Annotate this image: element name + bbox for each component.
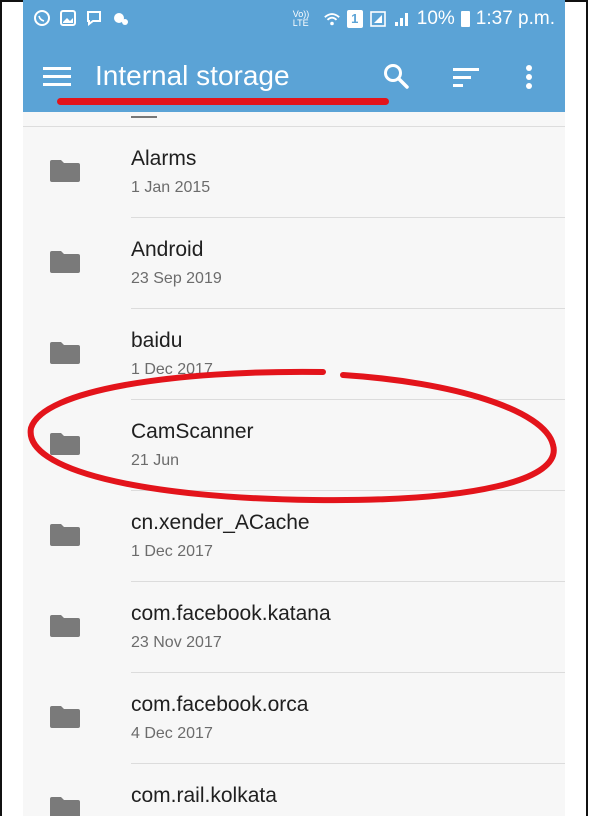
list-item-partial <box>23 112 565 127</box>
list-item[interactable]: cn.xender_ACache 1 Dec 2017 <box>23 491 565 582</box>
status-notification-icons <box>33 9 129 27</box>
file-name: baidu <box>131 329 183 352</box>
folder-icon <box>50 342 80 364</box>
clock: 1:37 p.m. <box>475 8 555 29</box>
menu-icon[interactable] <box>43 65 71 87</box>
list-item[interactable]: baidu 1 Dec 2017 <box>23 309 565 400</box>
list-item[interactable]: com.rail.kolkata <box>23 764 565 816</box>
file-date: 4 Dec 2017 <box>131 725 213 742</box>
battery-percent: 10% <box>416 8 455 29</box>
file-name: com.facebook.orca <box>131 693 309 716</box>
search-icon[interactable] <box>383 63 409 89</box>
file-date: 21 Jun <box>131 452 180 469</box>
list-item[interactable]: Android 23 Sep 2019 <box>23 218 565 309</box>
file-date: 1 Dec 2017 <box>131 361 213 378</box>
list-item-highlighted[interactable]: CamScanner 21 Jun <box>23 400 565 491</box>
message-icon <box>85 9 103 27</box>
page: Vo)) LTE 1 10% 1:37 p.m. Internal storag… <box>0 0 604 816</box>
list-item[interactable]: com.facebook.orca 4 Dec 2017 <box>23 673 565 764</box>
signal-box-icon <box>369 10 387 28</box>
sim-badge: 1 <box>346 10 363 28</box>
more-icon[interactable] <box>523 63 535 91</box>
page-title: Internal storage <box>95 60 290 91</box>
folder-icon <box>50 524 80 546</box>
file-name: com.facebook.katana <box>131 602 331 625</box>
phone-screen: Vo)) LTE 1 10% 1:37 p.m. Internal storag… <box>23 0 565 816</box>
file-name: Android <box>131 238 204 261</box>
file-name: Alarms <box>131 147 197 170</box>
list-item[interactable]: com.facebook.katana 23 Nov 2017 <box>23 582 565 673</box>
sim-label: 1 <box>351 11 359 26</box>
folder-icon <box>50 160 80 182</box>
signal-bars-icon <box>393 10 411 28</box>
list-item[interactable]: Alarms 1 Jan 2015 <box>23 127 565 218</box>
file-date: 1 Dec 2017 <box>131 543 213 560</box>
folder-icon <box>50 706 80 728</box>
folder-icon <box>50 433 80 455</box>
wifi-icon <box>323 10 341 28</box>
battery-icon <box>460 11 470 27</box>
whatsapp-icon <box>33 9 51 27</box>
file-date: 1 Jan 2015 <box>131 179 211 196</box>
network-label: Vo)) LTE <box>292 9 310 28</box>
partial-row-text <box>131 116 157 123</box>
folder-icon <box>50 797 80 816</box>
file-date: 23 Sep 2019 <box>131 270 222 287</box>
annotation-underline <box>57 98 389 105</box>
frame-border-left <box>0 0 2 816</box>
sort-icon[interactable] <box>453 66 481 88</box>
frame-border-right <box>586 0 588 816</box>
file-name: com.rail.kolkata <box>131 784 277 807</box>
settings-icon <box>111 9 129 27</box>
folder-icon <box>50 615 80 637</box>
file-name: cn.xender_ACache <box>131 511 310 534</box>
status-system-icons: Vo)) LTE 1 10% 1:37 p.m. <box>293 8 555 30</box>
gallery-icon <box>59 9 77 27</box>
file-name: CamScanner <box>131 420 254 443</box>
status-bar: Vo)) LTE 1 10% 1:37 p.m. <box>23 0 565 42</box>
file-date: 23 Nov 2017 <box>131 634 222 651</box>
folder-icon <box>50 251 80 273</box>
